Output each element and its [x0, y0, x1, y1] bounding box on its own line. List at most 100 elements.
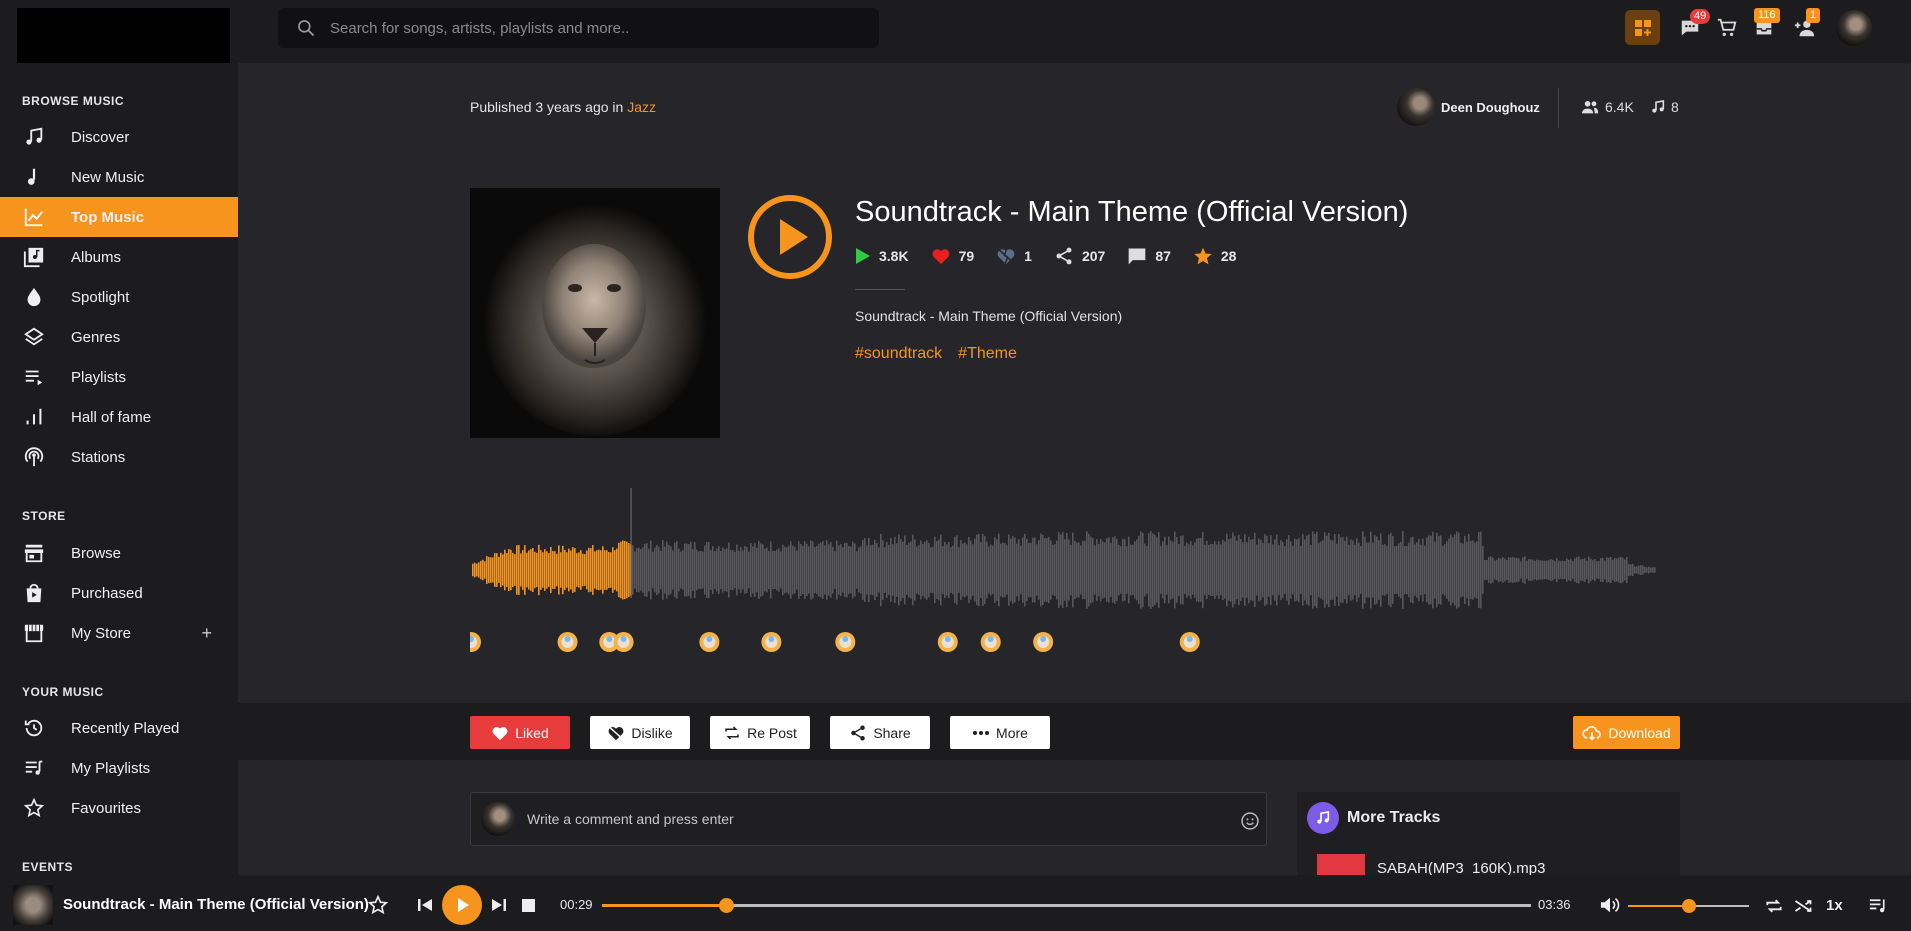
waveform-bar [1030, 542, 1032, 598]
sidebar-item-spotlight[interactable]: Spotlight [0, 277, 238, 317]
timed-comment-avatar[interactable] [835, 632, 856, 652]
waveform-bar [1032, 537, 1034, 603]
add-store-icon[interactable]: + [201, 623, 212, 644]
sidebar-item-purchased[interactable]: Purchased [0, 573, 238, 613]
volume-slider[interactable] [1628, 899, 1749, 913]
more-track-item[interactable]: SABAH(MP3_160K).mp3 [1377, 860, 1545, 875]
volume-handle[interactable] [1681, 899, 1696, 913]
timed-comment-avatar[interactable] [1179, 632, 1200, 652]
waveform-bar [892, 544, 894, 596]
more-button[interactable]: More [950, 716, 1050, 749]
timed-comment-avatar[interactable] [613, 632, 634, 652]
artist-avatar[interactable] [1397, 88, 1435, 126]
messages-button[interactable]: 49 [1674, 9, 1711, 44]
dislikes-stat[interactable]: 1 [996, 247, 1032, 265]
shares-stat[interactable]: 207 [1054, 246, 1105, 266]
sidebar-item-browse[interactable]: Browse [0, 533, 238, 573]
repost-button[interactable]: Re Post [710, 716, 810, 749]
waveform-bar [522, 550, 524, 590]
timed-comment-avatar[interactable] [980, 632, 1001, 652]
sidebar-item-favourites[interactable]: Favourites [0, 788, 238, 828]
waveform-bar [988, 546, 990, 594]
genre-link[interactable]: Jazz [627, 99, 656, 115]
timed-comment-avatar[interactable] [937, 632, 958, 652]
artist-followers: 6.4K [1580, 99, 1634, 115]
sidebar-item-my-playlists[interactable]: My Playlists [0, 748, 238, 788]
waveform-bar [1088, 533, 1090, 607]
volume-icon[interactable] [1599, 895, 1621, 915]
sidebar-item-recently-played[interactable]: Recently Played [0, 708, 238, 748]
waveform[interactable] [470, 488, 1662, 653]
waveform-bar [818, 543, 820, 597]
waveform-bar [1098, 543, 1100, 597]
sidebar-item-hall-of-fame[interactable]: Hall of fame [0, 397, 238, 437]
waveform-bar [1228, 539, 1230, 601]
stop-icon[interactable] [522, 899, 535, 912]
player-play-button[interactable] [442, 885, 482, 925]
sidebar-item-top-music[interactable]: Top Music [0, 197, 238, 237]
artist-info[interactable]: Deen Doughouz [1397, 88, 1540, 126]
search-input[interactable] [330, 19, 850, 37]
waveform-bar [1340, 537, 1342, 603]
playback-speed[interactable]: 1x [1826, 897, 1843, 914]
waveform-bar [1326, 535, 1328, 605]
waveform-bar [1094, 545, 1096, 595]
dislike-button[interactable]: Dislike [590, 716, 690, 749]
previous-icon[interactable] [417, 897, 433, 913]
waveform-bar [942, 546, 944, 594]
tag-link[interactable]: #soundtrack [855, 345, 942, 363]
waveform-bar [1050, 540, 1052, 600]
likes-stat[interactable]: 79 [931, 247, 974, 265]
waveform-bar [642, 547, 644, 593]
comment-input[interactable] [527, 811, 1227, 827]
share-button[interactable]: Share [830, 716, 930, 749]
notifications-button[interactable]: 116 [1748, 8, 1780, 44]
timed-comment-avatar[interactable] [699, 632, 720, 652]
upload-grid-button[interactable] [1625, 10, 1660, 45]
seek-bar[interactable] [602, 898, 1531, 913]
waveform-bar [756, 547, 758, 593]
waveform-bar [1194, 542, 1196, 598]
favorite-star-icon[interactable] [367, 894, 389, 916]
timed-comment-avatar[interactable] [470, 632, 481, 652]
sidebar-item-playlists[interactable]: Playlists [0, 357, 238, 397]
play-count-icon [855, 247, 871, 265]
timed-comment-avatar[interactable] [1033, 632, 1054, 652]
download-button[interactable]: Download [1573, 716, 1680, 749]
sidebar-item-discover[interactable]: Discover [0, 117, 238, 157]
comments-stat[interactable]: 87 [1127, 246, 1171, 266]
waveform-bar [814, 546, 816, 594]
waveform-bar [634, 551, 636, 589]
play-button[interactable] [748, 195, 832, 279]
waveform-bar [1634, 566, 1636, 574]
friend-requests-button[interactable]: 1 [1789, 8, 1821, 44]
waveform-bar [1056, 540, 1058, 600]
shuffle-icon[interactable] [1793, 896, 1813, 916]
cart-button[interactable] [1711, 12, 1743, 44]
emoji-icon[interactable] [1240, 811, 1260, 831]
logo[interactable] [17, 8, 230, 63]
sidebar-item-stations[interactable]: Stations [0, 437, 238, 477]
waveform-bar [1434, 541, 1436, 599]
waveform-bar [1192, 545, 1194, 595]
repeat-icon[interactable] [1764, 896, 1784, 916]
waveform-bar [1038, 540, 1040, 600]
user-avatar-button[interactable] [1836, 10, 1872, 46]
sidebar-item-my-store[interactable]: My Store + [0, 613, 238, 653]
timed-comment-avatar[interactable] [557, 632, 578, 652]
waveform-bar [838, 545, 840, 595]
next-icon[interactable] [491, 897, 507, 913]
artist-name[interactable]: Deen Doughouz [1441, 100, 1540, 115]
timed-comment-avatar[interactable] [761, 632, 782, 652]
rating-stat[interactable]: 28 [1193, 246, 1236, 266]
tag-link[interactable]: #Theme [958, 345, 1017, 363]
sidebar-item-genres[interactable]: Genres [0, 317, 238, 357]
sidebar-item-new-music[interactable]: New Music [0, 157, 238, 197]
liked-button[interactable]: Liked [470, 716, 570, 749]
queue-icon[interactable] [1868, 897, 1888, 915]
waveform-bar [1604, 560, 1606, 580]
track-thumbnail[interactable] [1317, 854, 1365, 875]
waveform-bar [872, 544, 874, 596]
sidebar-item-albums[interactable]: Albums [0, 237, 238, 277]
search-bar[interactable] [278, 8, 879, 48]
